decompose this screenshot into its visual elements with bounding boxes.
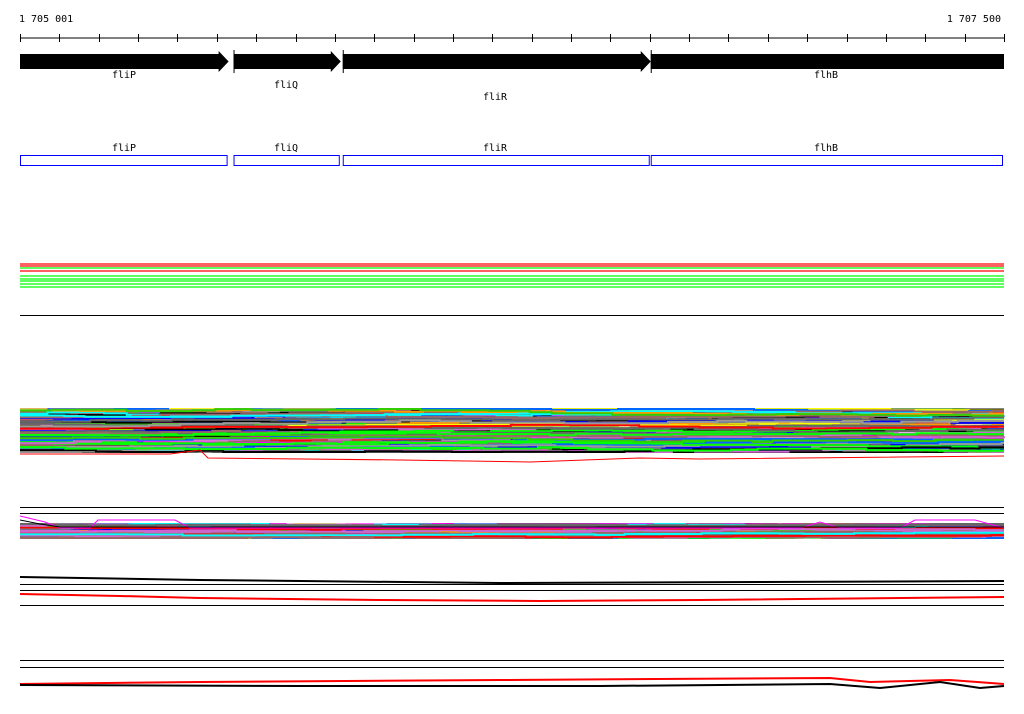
cds-label-flir: fliR — [482, 143, 508, 154]
gene-label-fliq: fliQ — [273, 80, 299, 91]
cds-box-flhb — [650, 155, 1004, 166]
gene-label-flhb: flhB — [813, 70, 839, 81]
cds-box-flir — [342, 155, 650, 166]
genome-track-canvas[interactable] — [0, 0, 1024, 714]
cds-box-flip — [20, 155, 228, 166]
cds-box-fliq — [233, 155, 340, 166]
gene-arrow-fliq — [233, 51, 341, 72]
cds-label-flhb: flhB — [813, 143, 839, 154]
gene-arrow-flhb — [650, 54, 1004, 69]
gene-label-flir: fliR — [482, 92, 508, 103]
gene-arrow-flir — [342, 51, 651, 72]
cds-label-fliq: fliQ — [273, 143, 299, 154]
gene-label-flip: fliP — [111, 70, 137, 81]
gene-arrow-flip — [20, 51, 229, 72]
cds-label-flip: fliP — [111, 143, 137, 154]
summary-line — [19, 676, 1005, 685]
summary-line — [19, 576, 1005, 585]
summary-line — [19, 593, 1005, 603]
